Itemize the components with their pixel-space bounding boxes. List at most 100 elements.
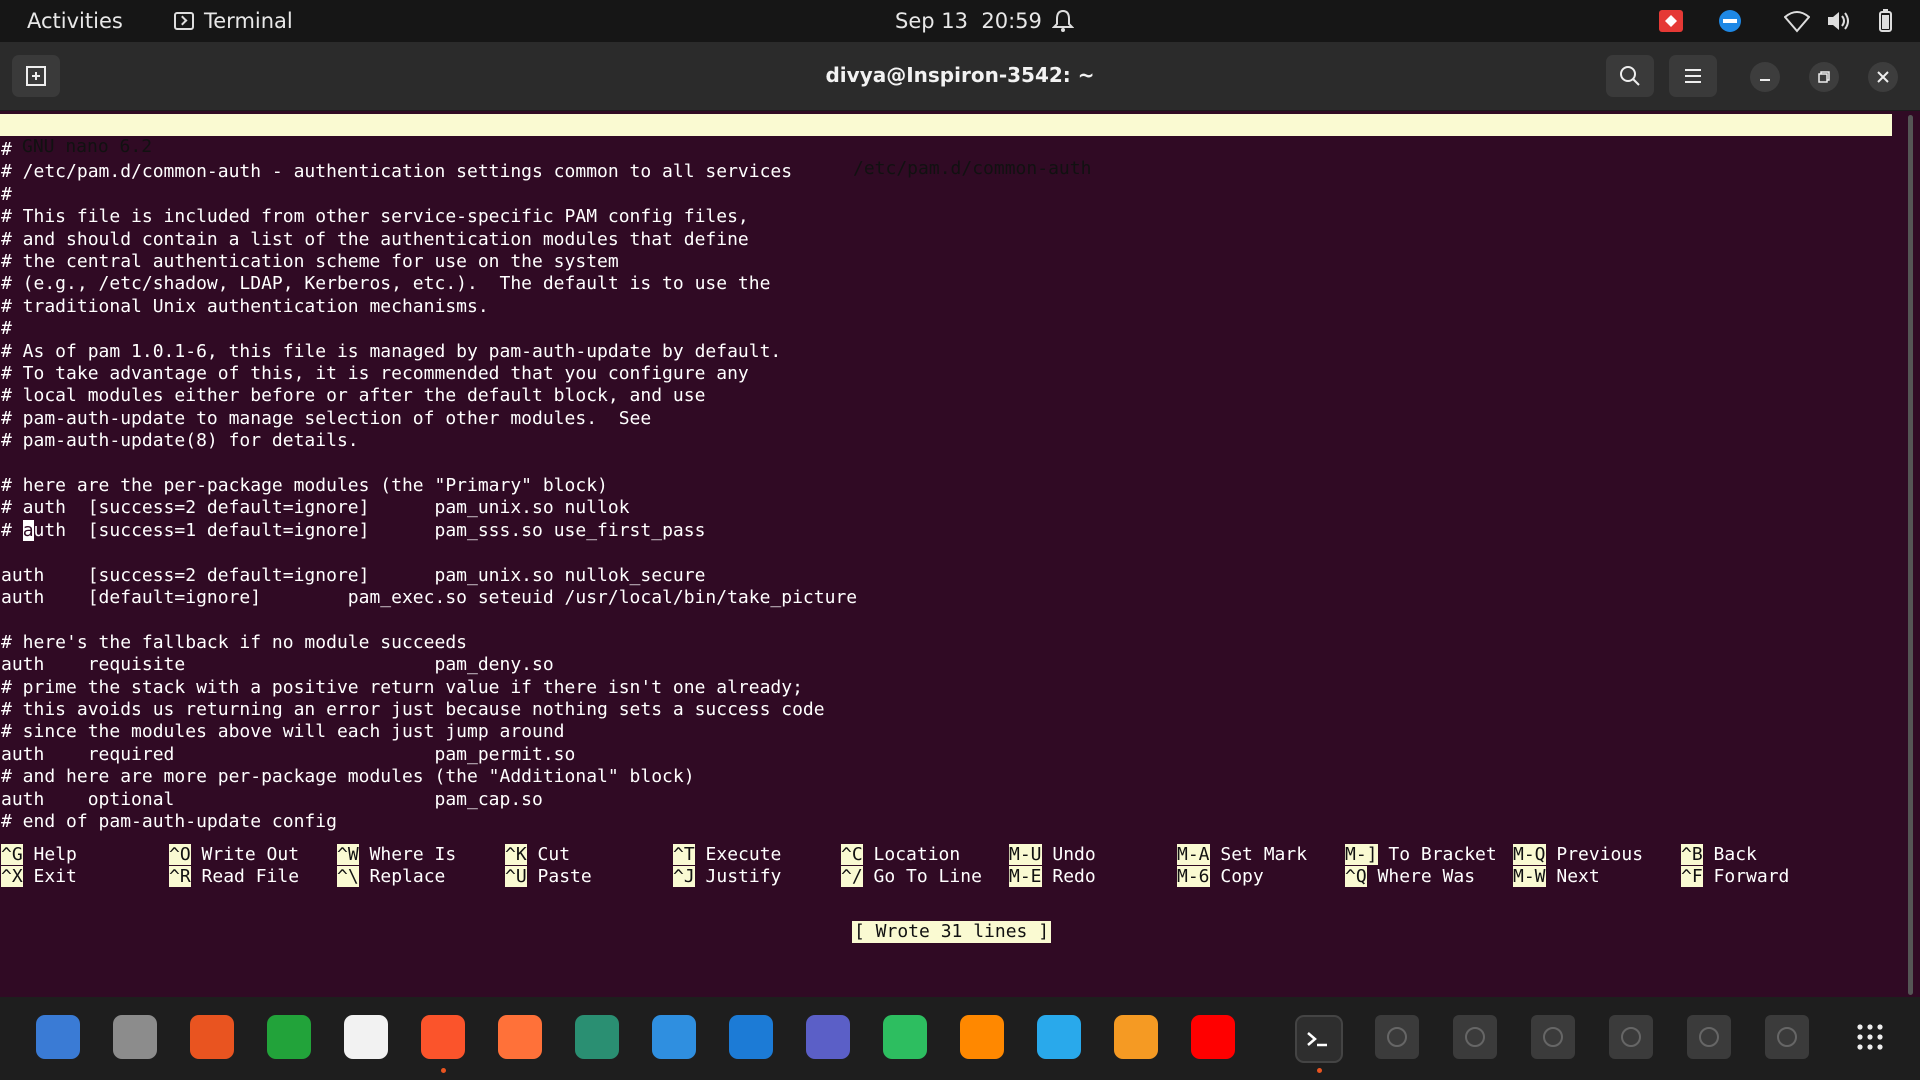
drive-icon[interactable] — [1375, 1015, 1419, 1059]
teams-icon[interactable] — [806, 1015, 850, 1059]
shortcut-key: ^R — [169, 866, 191, 887]
spreadsheet-icon[interactable] — [267, 1015, 311, 1059]
ssd-drive-icon[interactable] — [1687, 1015, 1731, 1059]
text-cursor: a — [22, 519, 34, 541]
clock[interactable]: Sep 13 20:59 — [895, 9, 1042, 33]
editor-line: # here are the per-package modules (the … — [1, 475, 608, 496]
shortcut-item[interactable]: ^O Write Out — [169, 844, 299, 866]
shortcut-label: To Bracket — [1388, 844, 1497, 865]
search-button[interactable] — [1606, 55, 1654, 97]
shortcut-item[interactable]: ^Q Where Was — [1345, 866, 1475, 888]
firefox-icon[interactable] — [498, 1015, 542, 1059]
editor-line: # pam-auth-update to manage selection of… — [1, 407, 652, 429]
pycharm-icon[interactable] — [729, 1015, 773, 1059]
battery-icon[interactable] — [1872, 9, 1898, 33]
shortcut-key: ^/ — [841, 866, 863, 887]
sun-app-icon[interactable] — [1114, 1015, 1158, 1059]
shortcut-label: Execute — [705, 844, 782, 865]
shortcut-key: M-E — [1009, 866, 1042, 887]
notification-bell-icon[interactable] — [1052, 9, 1074, 33]
shortcut-item[interactable]: ^/ Go To Line — [841, 866, 982, 888]
shortcut-item[interactable]: M-A Set Mark — [1177, 844, 1307, 866]
editor-line: # (e.g., /etc/shadow, LDAP, Kerberos, et… — [1, 273, 771, 295]
minimize-icon — [1760, 79, 1770, 81]
shortcut-key: ^Q — [1345, 866, 1367, 887]
drive-icon[interactable] — [1453, 1015, 1497, 1059]
blank-window-icon[interactable] — [652, 1015, 696, 1059]
shortcut-item[interactable]: ^\ Replace — [337, 866, 445, 888]
shortcut-label: Cut — [537, 844, 571, 865]
editor-line: # since the modules above will each just… — [1, 721, 565, 743]
shortcut-item[interactable]: ^C Location — [841, 844, 960, 866]
drive-icon[interactable] — [1531, 1015, 1575, 1059]
editor-line: # To take advantage of this, it is recom… — [1, 363, 749, 384]
shortcut-key: ^W — [337, 844, 359, 865]
shortcut-item[interactable]: ^U Paste — [505, 866, 592, 888]
shortcut-key: ^\ — [337, 866, 359, 887]
volume-icon[interactable] — [1826, 9, 1852, 33]
teamviewer-tray-icon[interactable] — [1717, 9, 1743, 33]
wifi-icon[interactable] — [1783, 9, 1811, 33]
editor-line: # the central authentication scheme for … — [1, 251, 619, 272]
editor-line: # traditional Unix authentication mechan… — [1, 295, 489, 317]
top-bar: Activities Terminal Sep 13 20:59 — [0, 0, 1920, 42]
shortcut-item[interactable]: M-] To Bracket — [1345, 844, 1497, 866]
editor-line: # /etc/pam.d/common-auth - authenticatio… — [1, 161, 793, 183]
show-applications-button[interactable] — [1848, 1015, 1892, 1059]
evernote-icon[interactable] — [883, 1015, 927, 1059]
shortcut-item[interactable]: M-E Redo — [1009, 866, 1096, 888]
shortcut-item[interactable]: M-Q Previous — [1513, 844, 1643, 866]
terminal-scrollbar[interactable] — [1908, 115, 1913, 995]
shortcut-item[interactable]: M-6 Copy — [1177, 866, 1264, 888]
telegram-icon[interactable] — [1037, 1015, 1081, 1059]
thunderbird-icon[interactable] — [36, 1015, 80, 1059]
text-editor-icon[interactable] — [344, 1015, 388, 1059]
terminal-view[interactable]: GNU nano 6.2 /etc/pam.d/common-auth # # /… — [0, 111, 1910, 997]
files-icon[interactable] — [113, 1015, 157, 1059]
shortcut-item[interactable]: M-U Undo — [1009, 844, 1096, 866]
shortcut-item[interactable]: ^F Forward — [1681, 866, 1789, 888]
app-menu-label: Terminal — [204, 9, 293, 33]
minimize-button[interactable] — [1750, 62, 1780, 92]
shortcut-item[interactable]: ^W Where Is — [337, 844, 456, 866]
terminal-prompt-icon — [1307, 1032, 1327, 1047]
shortcut-key: ^J — [673, 866, 695, 887]
shortcut-item[interactable]: M-W Next — [1513, 866, 1600, 888]
activities-button[interactable]: Activities — [27, 9, 123, 33]
menu-button[interactable] — [1669, 55, 1717, 97]
document-viewer-icon[interactable] — [575, 1015, 619, 1059]
shortcut-key: ^G — [1, 844, 23, 865]
drive-icon[interactable] — [1609, 1015, 1653, 1059]
brave-icon[interactable] — [421, 1015, 465, 1059]
shortcut-item[interactable]: ^K Cut — [505, 844, 570, 866]
shortcut-item[interactable]: ^B Back — [1681, 844, 1757, 866]
terminal-running-indicator — [1317, 1068, 1322, 1073]
ssd-drive-icon[interactable] — [1765, 1015, 1809, 1059]
shortcut-item[interactable]: ^G Help — [1, 844, 77, 866]
vlc-icon[interactable] — [960, 1015, 1004, 1059]
anydesk-tray-icon[interactable] — [1658, 9, 1684, 33]
shortcut-item[interactable]: ^T Execute — [673, 844, 781, 866]
shortcut-item[interactable]: ^J Justify — [673, 866, 781, 888]
shortcut-key: M-A — [1177, 844, 1210, 865]
editor-line: auth [default=ignore] pam_exec.so seteui… — [1, 587, 858, 608]
brave-running-indicator — [441, 1068, 446, 1073]
shortcut-item[interactable]: ^X Exit — [1, 866, 77, 888]
app-center-icon[interactable] — [190, 1015, 234, 1059]
editor-line: auth required pam_permit.so — [1, 743, 576, 765]
app-menu[interactable]: Terminal — [174, 9, 293, 33]
shortcut-item[interactable]: ^R Read File — [169, 866, 299, 888]
youtube-icon[interactable] — [1191, 1015, 1235, 1059]
shortcut-key: ^C — [841, 844, 863, 865]
restore-button[interactable] — [1809, 62, 1839, 92]
shortcut-label: Read File — [201, 866, 300, 887]
terminal-dock-icon[interactable] — [1295, 1015, 1343, 1063]
shortcut-key: M-] — [1345, 844, 1378, 865]
terminal-headerbar: divya@Inspiron-3542: ~ — [0, 42, 1920, 111]
editor-line: # This file is included from other servi… — [1, 206, 749, 228]
editor-line: # local modules either before or after t… — [1, 385, 706, 407]
shortcut-key: ^B — [1681, 844, 1703, 865]
close-button[interactable] — [1868, 62, 1898, 92]
shortcut-label: Forward — [1713, 866, 1790, 887]
editor-line: auth requisite pam_deny.so — [1, 654, 554, 676]
